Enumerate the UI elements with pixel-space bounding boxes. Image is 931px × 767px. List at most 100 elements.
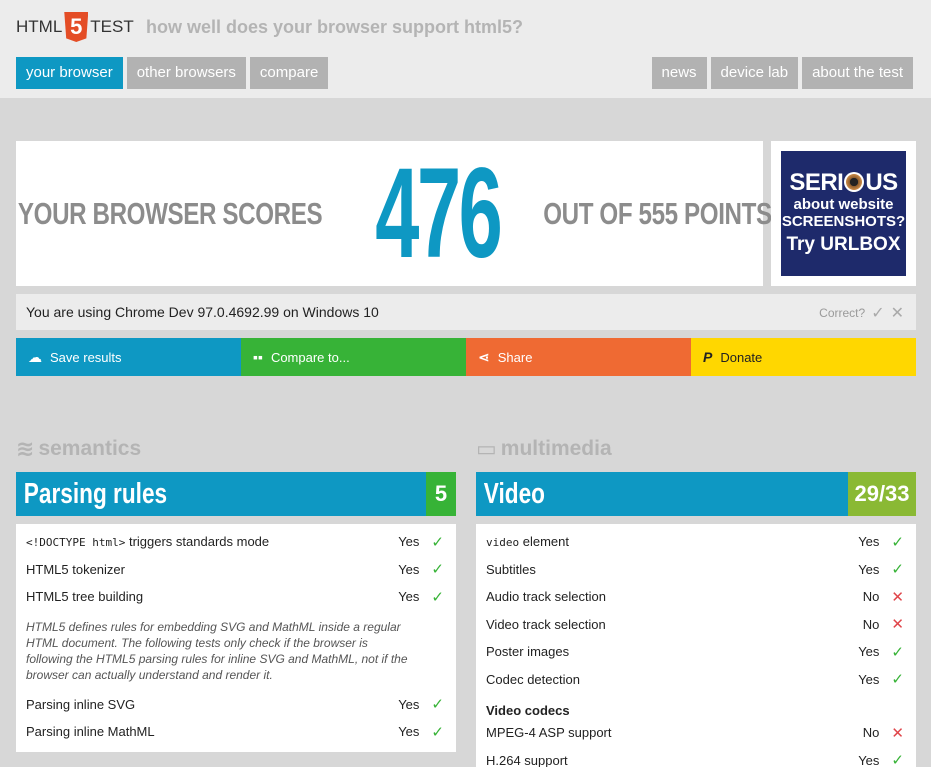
test-row: Parsing inline MathML Yes ✓: [16, 718, 456, 746]
test-result: Yes: [858, 534, 880, 550]
ad-banner[interactable]: SERI US about website SCREENSHOTS? Try UR…: [781, 151, 906, 276]
save-results-button[interactable]: ☁ Save results: [16, 338, 241, 376]
browser-detection-bar: You are using Chrome Dev 97.0.4692.99 on…: [16, 294, 916, 330]
donate-label: Donate: [720, 349, 763, 365]
section-score: 29/33: [848, 472, 916, 516]
ad-line-2: about website: [793, 195, 894, 213]
category-semantics: ≋ semantics: [16, 434, 141, 464]
category-label: semantics: [38, 437, 142, 460]
test-row: <!DOCTYPE html> triggers standards mode …: [16, 528, 456, 556]
header: HTML 5 TEST how well does your browser s…: [0, 0, 931, 98]
test-row: Audio track selection No ✕: [476, 583, 916, 611]
check-icon: ✓: [891, 561, 904, 579]
section-header-video: Video 29/33: [476, 472, 916, 516]
logo-html: HTML: [16, 17, 63, 36]
score-suffix: OUT OF 555 POINTS: [543, 195, 772, 231]
section-score: 5: [426, 472, 456, 516]
check-icon: ✓: [431, 696, 444, 714]
secondary-nav: news device lab about the test: [651, 57, 913, 89]
logo-test: TEST: [90, 17, 134, 36]
check-icon: ✓: [891, 643, 904, 661]
urlbox-ad[interactable]: SERI US about website SCREENSHOTS? Try UR…: [771, 141, 916, 286]
category-multimedia: ▭ multimedia: [476, 434, 612, 464]
share-button[interactable]: ⋖ Share: [466, 338, 691, 376]
test-label: HTML5 tokenizer: [26, 561, 125, 577]
score-box: YOUR BROWSER SCORES 476 OUT OF 555 POINT…: [16, 141, 772, 286]
section-header-parsing-rules: Parsing rules 5: [16, 472, 456, 516]
layers-icon: ≋: [16, 436, 35, 461]
check-icon: ✓: [431, 723, 444, 741]
html5-shield-icon: 5: [64, 12, 89, 42]
test-label: Parsing inline MathML: [26, 724, 155, 740]
check-icon: ✓: [891, 533, 904, 551]
grid-icon: ▪▪: [253, 349, 263, 365]
test-result: Yes: [858, 671, 880, 687]
category-label: multimedia: [500, 437, 612, 460]
test-result: Yes: [398, 561, 420, 577]
correct-label: Correct?: [819, 306, 866, 320]
test-result: Yes: [858, 752, 880, 767]
test-result: No: [862, 725, 880, 741]
test-row: Parsing inline SVG Yes ✓: [16, 691, 456, 719]
test-label: Audio track selection: [486, 589, 606, 605]
score-value: 476: [375, 141, 503, 285]
test-result: Yes: [398, 696, 420, 712]
confirm-check-icon[interactable]: ✓: [871, 303, 884, 323]
test-label: <!DOCTYPE html> triggers standards mode: [26, 534, 270, 550]
check-icon: ✓: [431, 561, 444, 579]
html5test-logo[interactable]: HTML 5 TEST: [16, 12, 134, 42]
test-label: HTML5 tree building: [26, 589, 144, 605]
test-result: Yes: [858, 644, 880, 660]
test-result: No: [862, 616, 880, 632]
test-row: Video track selection No ✕: [476, 611, 916, 639]
test-result: No: [862, 589, 880, 605]
ad-line-4: Try URLBOX: [786, 233, 901, 255]
donate-button[interactable]: P Donate: [691, 338, 916, 376]
section-title: Video: [483, 477, 545, 510]
subsection-heading: Video codecs: [486, 702, 570, 718]
nav-your-browser[interactable]: your browser: [16, 57, 123, 89]
section-body-parsing-rules: <!DOCTYPE html> triggers standards mode …: [16, 524, 456, 752]
test-row: H.264 support Yes ✓: [476, 747, 916, 767]
main-nav: your browser other browsers compare: [16, 57, 329, 89]
film-icon: ▭: [476, 436, 497, 461]
paypal-icon: P: [703, 349, 713, 365]
share-label: Share: [497, 349, 533, 365]
section-title: Parsing rules: [23, 477, 168, 510]
nav-compare[interactable]: compare: [249, 57, 329, 89]
explanation-note: HTML5 defines rules for embedding SVG an…: [26, 619, 408, 682]
test-label: H.264 support: [486, 752, 568, 767]
cross-icon: ✕: [891, 724, 904, 742]
test-row: Codec detection Yes ✓: [476, 666, 916, 694]
test-label: Video track selection: [486, 616, 606, 632]
save-results-label: Save results: [50, 349, 122, 365]
check-icon: ✓: [891, 752, 904, 767]
test-label: Codec detection: [486, 671, 580, 687]
test-label: Subtitles: [486, 561, 536, 577]
test-row: HTML5 tokenizer Yes ✓: [16, 556, 456, 584]
test-label: video element: [486, 534, 569, 550]
check-icon: ✓: [891, 671, 904, 689]
section-body-video: video element Yes ✓ Subtitles Yes ✓ Audio …: [476, 524, 916, 767]
cloud-upload-icon: ☁: [28, 348, 42, 365]
compare-to-button[interactable]: ▪▪ Compare to...: [241, 338, 466, 376]
nav-about[interactable]: about the test: [802, 57, 913, 89]
test-row: Subtitles Yes ✓: [476, 556, 916, 584]
correct-prompt: Correct? ✓ ✕: [819, 303, 904, 323]
reject-x-icon[interactable]: ✕: [891, 303, 904, 323]
test-row: MPEG-4 ASP support No ✕: [476, 719, 916, 747]
action-bar: ☁ Save results ▪▪ Compare to... ⋖ Share …: [16, 338, 916, 376]
test-label: MPEG-4 ASP support: [486, 725, 612, 741]
cross-icon: ✕: [891, 588, 904, 606]
ad-line-1: SERI US: [789, 168, 898, 196]
check-icon: ✓: [431, 533, 444, 551]
test-label: Parsing inline SVG: [26, 696, 136, 712]
nav-device-lab[interactable]: device lab: [710, 57, 799, 89]
test-row: HTML5 tree building Yes ✓: [16, 583, 456, 611]
share-icon: ⋖: [478, 348, 490, 365]
test-result: Yes: [398, 534, 420, 550]
nav-news[interactable]: news: [651, 57, 707, 89]
test-result: Yes: [398, 589, 420, 605]
nav-other-browsers[interactable]: other browsers: [126, 57, 246, 89]
ad-line-3: SCREENSHOTS?: [781, 212, 906, 230]
